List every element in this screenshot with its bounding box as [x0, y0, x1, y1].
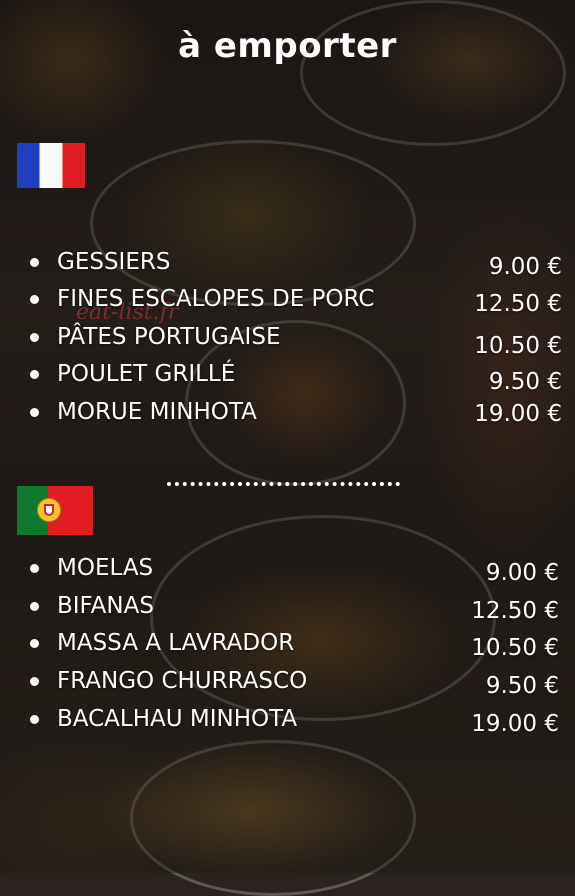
bullet-icon [30, 677, 39, 686]
menu-item-price: 9.50 € [488, 369, 562, 395]
menu-item-price: 9.00 € [485, 560, 559, 586]
menu-item-price: 19.00 € [474, 401, 562, 427]
menu-item-name: BACALHAU MINHOTA [57, 706, 298, 732]
menu-item: MASSA A LAVRADOR 10.50 € [0, 626, 575, 661]
bullet-icon [30, 602, 39, 611]
bullet-icon [30, 333, 39, 342]
bullet-icon [30, 639, 39, 648]
bullet-icon [30, 295, 39, 304]
bullet-icon [30, 408, 39, 417]
menu-item-price: 19.00 € [471, 711, 559, 737]
menu-item-name: FRANGO CHURRASCO [57, 668, 308, 694]
bullet-icon [30, 258, 39, 267]
menu-item-name: POULET GRILLÉ [57, 361, 236, 387]
menu-item: FRANGO CHURRASCO 9.50 € [0, 664, 575, 699]
menu-item: GESSIERS 9.00 € [0, 245, 575, 280]
menu-item-name: BIFANAS [57, 593, 154, 619]
menu-item: BACALHAU MINHOTA 19.00 € [0, 702, 575, 737]
menu-item: MORUE MINHOTA 19.00 € [0, 395, 575, 429]
menu-item-name: MORUE MINHOTA [57, 399, 257, 425]
bullet-icon [30, 564, 39, 573]
food-photo-background [0, 0, 575, 896]
menu-item: MOELAS 9.00 € [0, 551, 575, 586]
menu-item: BIFANAS 12.50 € [0, 589, 575, 624]
menu-item-name: FINES ESCALOPES DE PORC [57, 286, 375, 312]
menu-item-price: 12.50 € [474, 291, 562, 317]
section-divider [167, 482, 400, 486]
portugal-flag-icon [17, 486, 93, 535]
menu-item-price: 9.50 € [485, 673, 559, 699]
menu-item: PÂTES PORTUGAISE 10.50 € [0, 320, 575, 359]
france-flag-icon [17, 143, 85, 188]
menu-item-name: MASSA A LAVRADOR [57, 630, 295, 656]
menu-item-price: 12.50 € [471, 598, 559, 624]
menu-item: POULET GRILLÉ 9.50 € [0, 357, 575, 395]
menu-item-price: 9.00 € [488, 254, 562, 280]
plate-decoration [300, 0, 566, 146]
menu-item-name: MOELAS [57, 555, 154, 581]
menu-item-name: GESSIERS [57, 249, 171, 275]
menu-item-name: PÂTES PORTUGAISE [57, 324, 281, 350]
menu-item: FINES ESCALOPES DE PORC 12.50 € [0, 282, 575, 317]
portugal-coat-of-arms-icon [37, 498, 61, 522]
page-title: à emporter [178, 26, 397, 66]
bullet-icon [30, 715, 39, 724]
bullet-icon [30, 370, 39, 379]
menu-item-price: 10.50 € [471, 635, 559, 661]
